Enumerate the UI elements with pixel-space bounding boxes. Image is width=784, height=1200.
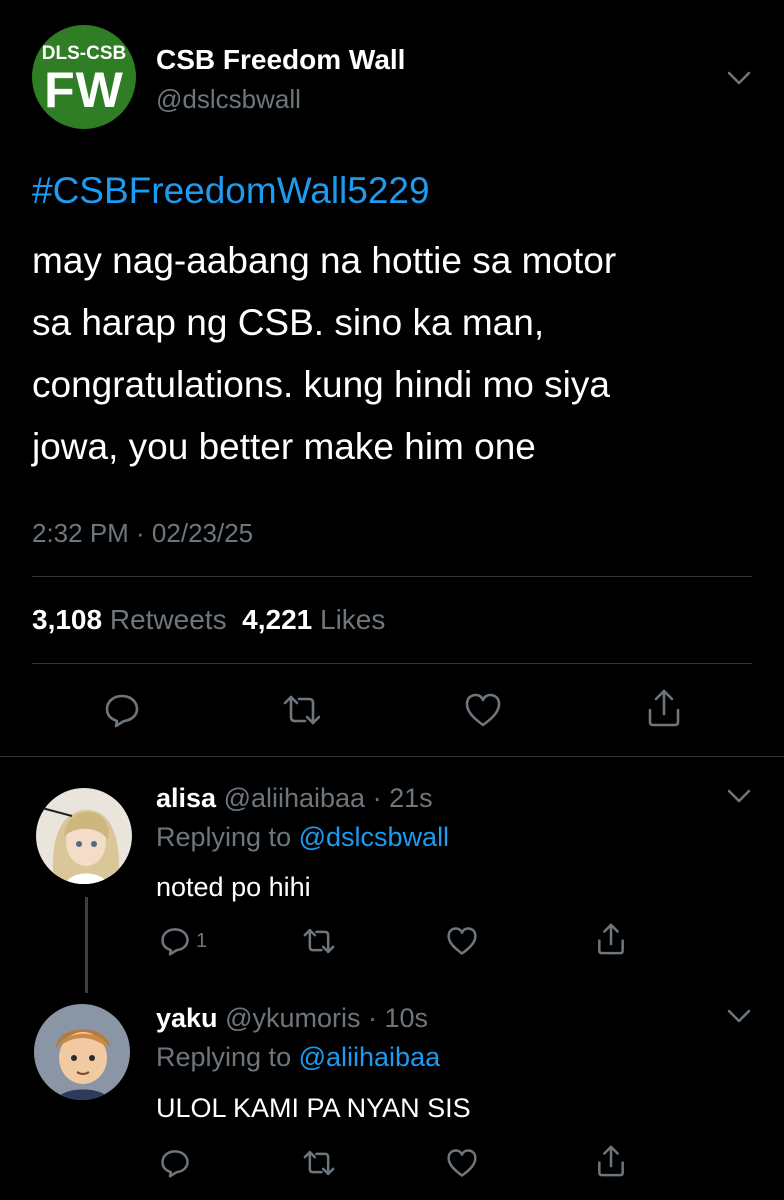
reply-icon[interactable] bbox=[104, 692, 140, 728]
divider bbox=[32, 576, 752, 577]
avatar[interactable] bbox=[36, 788, 132, 884]
reply-text: noted po hihi bbox=[156, 872, 311, 902]
reply-author-handle[interactable]: @aliihaibaa bbox=[224, 783, 366, 813]
thread-connector-line bbox=[85, 897, 88, 993]
reply-header: yaku @ykumoris · 10s bbox=[156, 1003, 428, 1034]
replying-to-line: Replying to @aliihaibaa bbox=[156, 1042, 440, 1073]
reply-icon[interactable] bbox=[160, 1148, 190, 1178]
reply-icon[interactable] bbox=[160, 926, 190, 956]
logo-text-main: FW bbox=[44, 62, 124, 118]
share-icon[interactable] bbox=[596, 922, 626, 956]
reply-author-handle[interactable]: @ykumoris bbox=[225, 1003, 360, 1033]
tweet-timestamp[interactable]: 2:32 PM · 02/23/25 bbox=[32, 518, 253, 549]
tweet-stats: 3,108 Retweets 4,221 Likes bbox=[32, 604, 385, 636]
share-icon[interactable] bbox=[596, 1144, 626, 1178]
divider bbox=[32, 663, 752, 664]
replying-to-label: Replying to bbox=[156, 822, 292, 852]
reply-author-name[interactable]: yaku bbox=[156, 1003, 218, 1033]
account-avatar-logo[interactable]: DLS-CSB FW bbox=[32, 25, 136, 129]
chevron-down-icon[interactable] bbox=[726, 1006, 752, 1026]
reply-count: 1 bbox=[196, 930, 208, 952]
chevron-down-icon[interactable] bbox=[726, 786, 752, 806]
reply-header: alisa @aliihaibaa · 21s bbox=[156, 783, 433, 814]
retweet-icon[interactable] bbox=[302, 926, 336, 956]
user-handle[interactable]: @dslcsbwall bbox=[156, 84, 301, 115]
retweet-icon[interactable] bbox=[302, 1148, 336, 1178]
retweets-label[interactable]: Retweets bbox=[110, 604, 227, 635]
likes-count[interactable]: 4,221 bbox=[242, 604, 312, 635]
likes-label[interactable]: Likes bbox=[320, 604, 385, 635]
display-name[interactable]: CSB Freedom Wall bbox=[156, 44, 405, 76]
retweets-count[interactable]: 3,108 bbox=[32, 604, 102, 635]
replying-to-line: Replying to @dslcsbwall bbox=[156, 822, 449, 853]
replying-to-mention[interactable]: @aliihaibaa bbox=[299, 1042, 441, 1072]
share-icon[interactable] bbox=[646, 688, 682, 728]
reply-time[interactable]: · 10s bbox=[368, 1003, 428, 1033]
like-heart-icon[interactable] bbox=[446, 926, 478, 956]
retweet-icon[interactable] bbox=[282, 692, 322, 728]
reply-text: ULOL KAMI PA NYAN SIS bbox=[156, 1093, 471, 1123]
reply-author-name[interactable]: alisa bbox=[156, 783, 216, 813]
replying-to-mention[interactable]: @dslcsbwall bbox=[299, 822, 449, 852]
divider bbox=[0, 756, 784, 757]
tweet-body: may nag-aabang na hottie sa motor sa har… bbox=[32, 240, 617, 467]
replying-to-label: Replying to bbox=[156, 1042, 292, 1072]
avatar[interactable] bbox=[34, 1004, 130, 1100]
avatar-illustration bbox=[36, 788, 132, 884]
chevron-down-icon[interactable] bbox=[726, 68, 752, 88]
like-heart-icon[interactable] bbox=[446, 1148, 478, 1178]
reply-time[interactable]: · 21s bbox=[373, 783, 433, 813]
hashtag-link[interactable]: #CSBFreedomWall5229 bbox=[32, 170, 430, 212]
like-heart-icon[interactable] bbox=[464, 692, 502, 728]
avatar-illustration bbox=[34, 1004, 130, 1100]
